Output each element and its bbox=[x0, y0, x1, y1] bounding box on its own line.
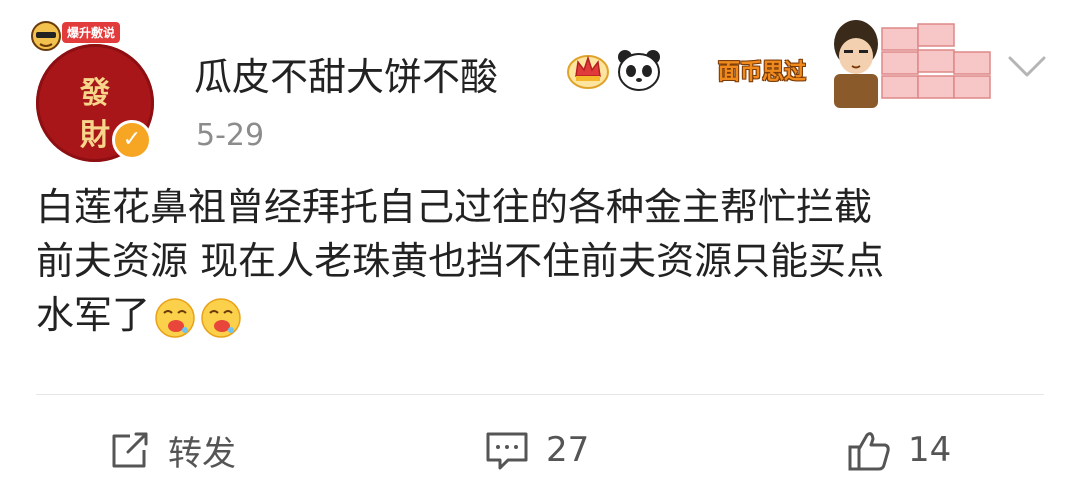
comment-icon bbox=[486, 432, 528, 470]
sticker-text: 面币思过 bbox=[718, 59, 807, 85]
avatar-badge-tag: 爆升敷说 bbox=[62, 22, 121, 43]
drooling-face-emoji-icon bbox=[201, 297, 241, 338]
crown-badge-icon[interactable] bbox=[566, 50, 610, 90]
username[interactable]: 瓜皮不甜大饼不酸 bbox=[194, 46, 498, 101]
like-button[interactable]: 14 bbox=[846, 425, 951, 475]
content-line-last: 水军了 bbox=[36, 288, 1046, 342]
cartoon-money-icon bbox=[834, 20, 991, 108]
avatar-pendant: 爆升敷说 bbox=[26, 14, 134, 54]
panda-icon[interactable] bbox=[616, 48, 662, 92]
content-line-text: 水军了 bbox=[36, 293, 151, 337]
repost-icon bbox=[112, 432, 148, 468]
content-line: 白莲花鼻祖曾经拜托自己过往的各种金主帮忙拦截 bbox=[36, 185, 873, 229]
header-sticker: 面币思过 bbox=[718, 14, 1000, 110]
chevron-down-icon[interactable] bbox=[1006, 54, 1048, 80]
repost-button[interactable]: 转发 bbox=[108, 425, 236, 475]
avatar-char-top: 發 bbox=[80, 76, 110, 111]
drooling-face-emoji-icon bbox=[155, 297, 195, 338]
post-content: 白莲花鼻祖曾经拜托自己过往的各种金主帮忙拦截 前夫资源 现在人老珠黄也挡不住前夫… bbox=[36, 180, 1046, 342]
verified-icon: ✓ bbox=[112, 120, 152, 160]
post-date: 5-29 bbox=[196, 118, 265, 153]
content-line: 前夫资源 现在人老珠黄也挡不住前夫资源只能买点 bbox=[36, 239, 885, 283]
comment-button[interactable]: 27 bbox=[484, 425, 589, 475]
divider bbox=[36, 394, 1044, 395]
thumbs-up-icon bbox=[848, 432, 890, 471]
like-count: 14 bbox=[908, 430, 952, 470]
repost-label: 转发 bbox=[168, 433, 236, 474]
comment-count: 27 bbox=[546, 430, 590, 470]
dog-pendant-icon bbox=[31, 21, 61, 51]
